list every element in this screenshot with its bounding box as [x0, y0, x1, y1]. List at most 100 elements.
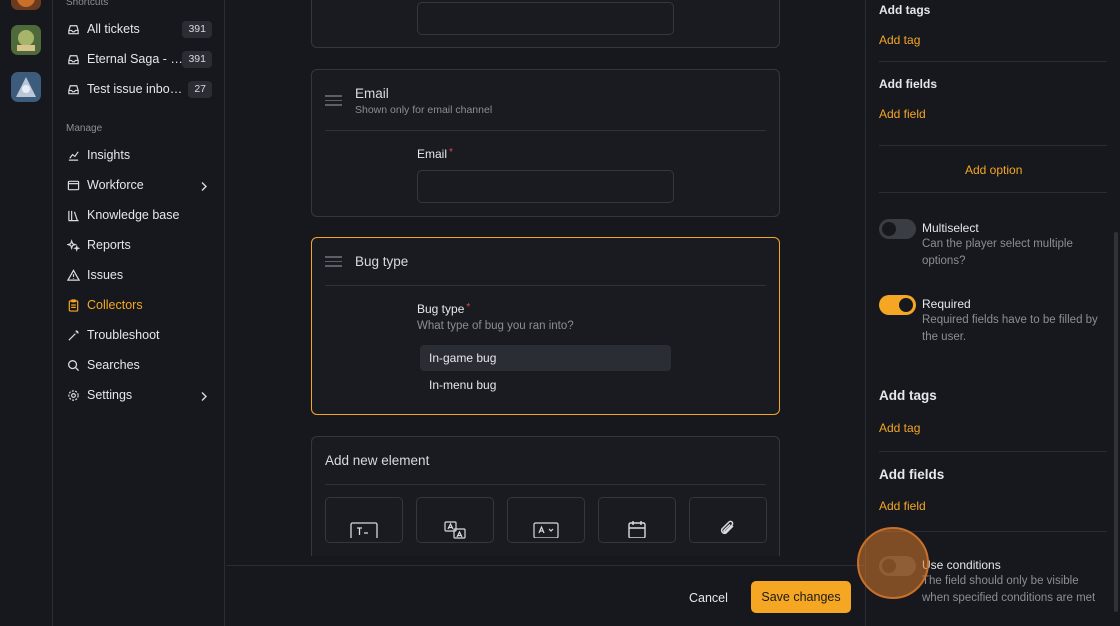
- divider: [325, 484, 766, 485]
- sidebar-item-label: Reports: [87, 238, 131, 252]
- toggle-knob: [882, 222, 896, 236]
- option-in-game-bug[interactable]: In-game bug: [420, 345, 671, 371]
- wand-icon: [66, 328, 80, 342]
- required-marker: *: [449, 147, 453, 158]
- game-avatar-3[interactable]: [11, 72, 41, 102]
- add-fields-heading: Add fields: [879, 77, 938, 91]
- sidebar-item-insights[interactable]: Insights: [61, 144, 218, 166]
- sidebar-item-reports[interactable]: Reports: [61, 234, 218, 256]
- sidebar-item-workforce[interactable]: Workforce: [61, 174, 218, 196]
- sidebar-item-settings[interactable]: Settings: [61, 384, 218, 406]
- add-dropdown-tile[interactable]: [507, 497, 585, 543]
- email-field-label: Email *: [417, 147, 453, 161]
- divider: [325, 130, 766, 131]
- required-toggle[interactable]: [879, 295, 916, 315]
- shortcut-label: Eternal Saga - Player Support: [87, 52, 184, 66]
- count-badge: 391: [182, 51, 212, 68]
- cancel-button[interactable]: Cancel: [680, 582, 737, 614]
- add-multiple-choice-tile[interactable]: [416, 497, 494, 543]
- shortcut-all-tickets[interactable]: All tickets 391: [61, 18, 218, 40]
- add-new-element-panel: Add new element: [311, 436, 780, 556]
- add-date-tile[interactable]: [598, 497, 676, 543]
- form-element-card-bug-type[interactable]: Bug type Bug type * What type of bug you …: [311, 237, 780, 415]
- add-field-link[interactable]: Add field: [879, 107, 926, 121]
- click-highlight: [857, 527, 929, 599]
- required-description: Required fields have to be filled by the…: [922, 314, 1098, 343]
- email-field-label-text: Email: [417, 147, 448, 161]
- shortcut-eternal-saga[interactable]: Eternal Saga - Player Support 391: [61, 48, 218, 70]
- add-tags-heading-2: Add tags: [879, 388, 937, 403]
- chart-icon: [66, 148, 80, 162]
- form-element-card-previous[interactable]: [311, 0, 780, 48]
- add-tag-link-2[interactable]: Add tag: [879, 421, 920, 435]
- sidebar-item-troubleshoot[interactable]: Troubleshoot: [61, 324, 218, 346]
- shortcuts-label: Shortcuts: [66, 0, 109, 8]
- add-attachment-tile[interactable]: [689, 497, 767, 543]
- sidebar-item-label: Issues: [87, 268, 124, 282]
- sidebar-item-knowledge-base[interactable]: Knowledge base: [61, 204, 218, 226]
- sparkles-icon: [66, 238, 80, 252]
- gear-icon: [66, 388, 80, 402]
- game-avatar-2[interactable]: [11, 25, 41, 55]
- divider: [879, 61, 1107, 62]
- count-badge: 391: [182, 21, 212, 38]
- workspace-rail: [0, 0, 53, 626]
- use-conditions-title: Use conditions: [922, 558, 1001, 572]
- save-changes-button[interactable]: Save changes: [751, 581, 851, 613]
- sidebar-item-collectors[interactable]: Collectors: [61, 294, 218, 316]
- required-marker: *: [466, 302, 471, 313]
- paperclip-icon: [718, 520, 738, 542]
- bug-type-field-label-text: Bug type: [417, 302, 465, 316]
- email-field[interactable]: [417, 170, 674, 203]
- inbox-icon: [66, 52, 80, 66]
- sidebar-item-label: Troubleshoot: [87, 328, 160, 342]
- option-in-menu-bug[interactable]: In-menu bug: [420, 372, 671, 398]
- sidebar-item-searches[interactable]: Searches: [61, 354, 218, 376]
- multiselect-title: Multiselect: [922, 221, 979, 235]
- divider: [879, 531, 1107, 532]
- shortcut-label: All tickets: [87, 22, 140, 36]
- divider: [879, 451, 1107, 452]
- game-avatar-1[interactable]: [11, 0, 41, 10]
- drag-handle-icon[interactable]: [325, 95, 342, 107]
- sidebar: Shortcuts All tickets 391 Eternal Saga -…: [53, 0, 225, 626]
- bug-type-help-text: What type of bug you ran into?: [417, 320, 574, 332]
- chevron-right-icon: [200, 179, 208, 197]
- multiselect-toggle[interactable]: [879, 219, 916, 239]
- card-title: Email: [355, 86, 389, 101]
- sidebar-item-label: Collectors: [87, 298, 143, 312]
- sidebar-item-label: Workforce: [87, 178, 144, 192]
- clipboard-icon: [66, 298, 80, 312]
- add-fields-heading-2: Add fields: [879, 467, 945, 482]
- warning-icon: [66, 268, 80, 282]
- form-footer: Cancel Save changes: [226, 565, 864, 626]
- shortcut-test-issue-inbox[interactable]: Test issue inbox demo 27: [61, 78, 218, 100]
- sidebar-item-label: Knowledge base: [87, 208, 180, 222]
- shortcut-label: Test issue inbox demo: [87, 82, 184, 96]
- previous-field-input[interactable]: [417, 2, 674, 35]
- add-field-link-2[interactable]: Add field: [879, 499, 926, 513]
- inbox-icon: [66, 82, 80, 96]
- calendar-icon: [627, 520, 647, 542]
- multiple-choice-icon: [443, 520, 467, 542]
- add-option-link[interactable]: Add option: [965, 163, 1022, 177]
- form-element-card-email[interactable]: Email Shown only for email channel Email…: [311, 69, 780, 217]
- count-badge: 27: [188, 81, 212, 98]
- add-text-input-tile[interactable]: [325, 497, 403, 543]
- text-input-icon: [350, 520, 378, 542]
- divider: [879, 145, 1107, 146]
- divider: [325, 285, 766, 286]
- divider: [879, 192, 1107, 193]
- form-builder: Email Shown only for email channel Email…: [226, 0, 864, 626]
- add-tag-link[interactable]: Add tag: [879, 33, 920, 47]
- required-title: Required: [922, 297, 971, 311]
- scrollbar[interactable]: [1114, 232, 1118, 612]
- sidebar-item-label: Searches: [87, 358, 140, 372]
- drag-handle-icon[interactable]: [325, 256, 342, 268]
- card-subtitle: Shown only for email channel: [355, 104, 493, 116]
- bug-type-field-label: Bug type *: [417, 302, 470, 316]
- sidebar-item-label: Insights: [87, 148, 131, 162]
- multiselect-description: Can the player select multiple options?: [922, 238, 1073, 267]
- inbox-icon: [66, 22, 80, 36]
- sidebar-item-issues[interactable]: Issues: [61, 264, 218, 286]
